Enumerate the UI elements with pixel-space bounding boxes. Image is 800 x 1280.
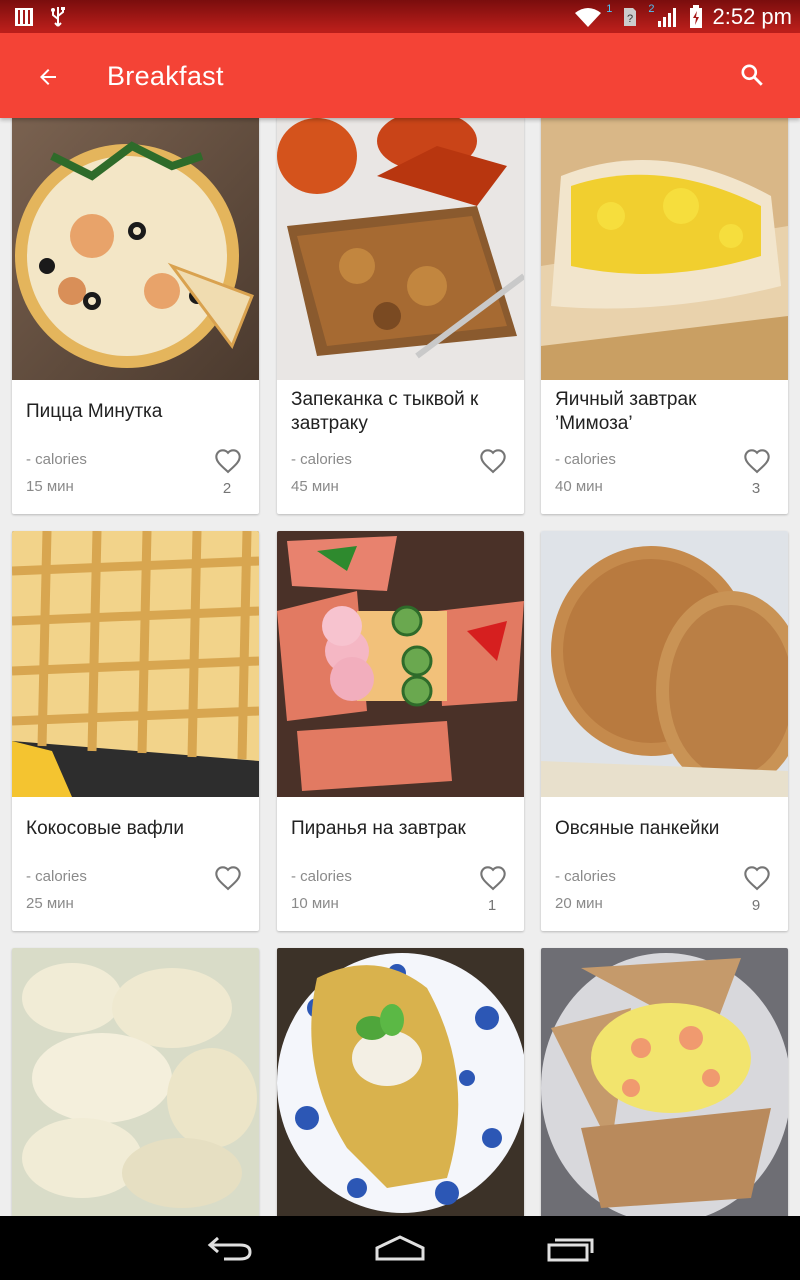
recipe-name: Пицца Минутка [26,401,163,422]
recipe-calories: - calories [26,451,87,468]
sim-card-icon [15,8,33,26]
usb-icon [51,7,65,27]
sim-signal-icon: ? [624,8,637,26]
recipe-time: 10 мин [291,895,339,912]
cell-signal-icon [657,8,676,27]
recipe-card[interactable]: Запеканка с тыквой к завтраку - calories… [277,118,524,514]
recipe-name: Запеканка с тыквой к завтраку [291,389,479,434]
svg-text:?: ? [627,13,633,25]
recipe-calories: - calories [291,868,352,885]
recipe-image [277,118,524,380]
recipe-name: Кокосовые вафли [26,818,184,839]
nav-home-button[interactable] [370,1230,430,1266]
likes-count: 3 [751,480,761,497]
recipe-calories: - calories [26,868,87,885]
recipe-card[interactable] [277,948,524,1216]
heart-icon[interactable] [213,865,243,893]
heart-icon[interactable] [478,865,508,893]
recipe-card[interactable]: Пицца Минутка - calories 15 мин 2 [12,118,259,514]
recipe-image [277,948,524,1216]
search-icon [741,64,763,86]
recipe-name: Пиранья на завтрак [291,818,466,839]
recipe-image [12,531,259,797]
home-nav-icon [375,1235,425,1261]
recipe-image [541,531,788,797]
recipe-image [12,948,259,1216]
back-button[interactable] [22,51,74,103]
likes-count: 1 [487,897,497,914]
app-bar: Breakfast [0,33,800,118]
recipe-card[interactable]: Пиранья на завтрак - calories 10 мин 1 [277,531,524,931]
recipe-image [541,948,788,1216]
recipe-card[interactable] [12,948,259,1216]
status-bar: 1 ? 2 2:52 pm [0,0,800,33]
recipe-card[interactable]: Яичный завтрак ’Мимоза’ - calories 40 ми… [541,118,788,514]
heart-icon[interactable] [213,448,243,476]
recipe-image [277,531,524,797]
sim2-label: 2 [648,3,655,15]
recipe-image [541,118,788,380]
battery-charging-icon [689,5,702,28]
recipe-name: Яичный завтрак ’Мимоза’ [555,389,697,434]
recipe-card[interactable]: Кокосовые вафли - calories 25 мин [12,531,259,931]
recipe-time: 15 мин [26,478,74,495]
recipe-time: 45 мин [291,478,339,495]
recipe-time: 20 мин [555,895,603,912]
nav-back-button[interactable] [200,1230,260,1266]
status-time: 2:52 pm [712,4,793,29]
recipe-calories: - calories [291,451,352,468]
recipe-calories: - calories [555,451,616,468]
recipe-time: 25 мин [26,895,74,912]
recents-nav-icon [547,1238,594,1262]
back-arrow-icon [40,69,56,85]
page-title: Breakfast [107,61,224,91]
recipe-grid: Пицца Минутка - calories 15 мин 2 Запека… [0,118,800,1216]
navigation-bar [0,1216,800,1280]
heart-icon[interactable] [742,865,772,893]
recipe-image [12,118,259,380]
recipe-card[interactable]: Овсяные панкейки - calories 20 мин 9 [541,531,788,931]
recipe-name: Овсяные панкейки [555,818,720,839]
search-button[interactable] [726,49,778,101]
sim1-label: 1 [606,3,613,15]
nav-recents-button[interactable] [540,1230,600,1266]
recipe-calories: - calories [555,868,616,885]
recipe-card[interactable] [541,948,788,1216]
likes-count: 2 [222,480,232,497]
recipe-time: 40 мин [555,478,603,495]
heart-icon[interactable] [742,448,772,476]
heart-icon[interactable] [478,448,508,476]
back-nav-icon [207,1236,252,1261]
wifi-icon [575,8,602,27]
likes-count: 9 [751,897,761,914]
